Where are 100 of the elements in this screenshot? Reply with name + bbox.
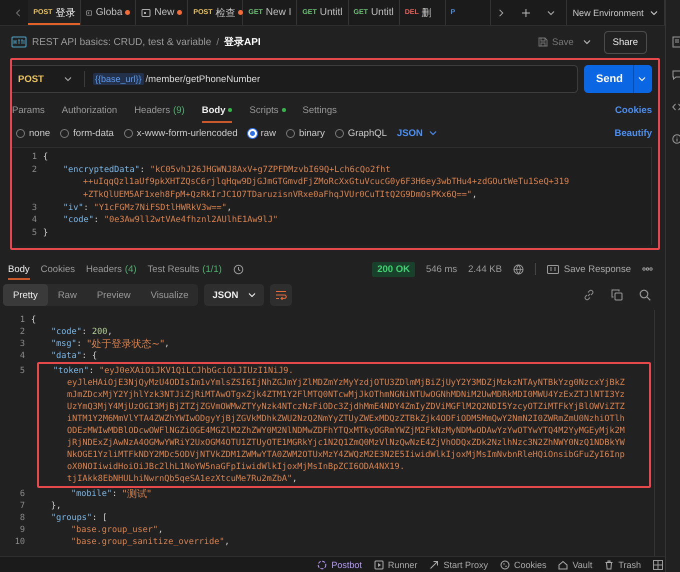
json-string: "eyJ0eXAiOiJKV1QiLCJhbGciOiJIUzI1NiJ9. — [99, 366, 294, 376]
request-section-tab[interactable]: Settings — [302, 97, 337, 123]
status-bar-item[interactable]: Cookies — [500, 560, 546, 570]
radio-button[interactable] — [286, 128, 295, 138]
format-dropdown[interactable]: JSON — [204, 284, 264, 306]
json-punctuation: , — [292, 474, 298, 484]
beautify-link[interactable]: Beautify — [614, 128, 652, 138]
json-punctuation: : — [92, 513, 98, 524]
breadcrumb-separator: / — [216, 36, 219, 48]
response-time: 546 ms — [426, 264, 458, 275]
json-bracket: { — [31, 315, 36, 326]
body-type-option[interactable]: form-data — [60, 128, 114, 138]
chevron-left-icon[interactable] — [15, 8, 22, 18]
json-string: "base.group_user" — [71, 525, 158, 536]
radio-button[interactable] — [334, 128, 344, 138]
link-icon[interactable] — [583, 289, 595, 302]
globe-icon[interactable] — [512, 264, 524, 275]
chevron-right-icon[interactable] — [498, 8, 505, 18]
json-punctuation: , — [164, 339, 170, 350]
body-type-option[interactable]: GraphQL — [334, 128, 387, 138]
line-number: 5 — [30, 228, 37, 238]
line-number: 6 — [18, 489, 25, 500]
json-bracket: } — [43, 228, 48, 238]
request-section-tab[interactable]: Params — [12, 97, 45, 123]
view-mode-tab[interactable]: Preview — [86, 284, 141, 306]
more-icon[interactable] — [642, 267, 653, 272]
line-number: 4 — [18, 351, 25, 362]
body-type-option[interactable]: x-www-form-urlencoded — [124, 128, 238, 138]
request-tab[interactable]: Globa — [81, 0, 136, 25]
send-button[interactable]: Send — [584, 65, 652, 93]
status-bar-item[interactable]: Vault — [558, 560, 592, 570]
environment-dropdown[interactable]: New Environment — [566, 0, 665, 25]
comment-icon[interactable] — [672, 70, 680, 80]
response-tab[interactable]: Test Results (1/1) — [148, 258, 222, 280]
history-icon[interactable] — [232, 264, 244, 275]
radio-button[interactable] — [60, 128, 70, 138]
chevron-down-icon — [248, 291, 256, 300]
request-section-tab[interactable]: Authorization — [62, 97, 118, 123]
json-string: "处于登录状态~" — [86, 338, 164, 352]
method-dropdown[interactable]: POST — [18, 74, 64, 84]
view-mode-tab[interactable]: Visualize — [140, 284, 198, 306]
plus-icon[interactable] — [522, 8, 530, 18]
json-key: "iv" — [63, 202, 84, 213]
json-punctuation: , — [158, 525, 164, 536]
response-tab[interactable]: Cookies — [40, 258, 75, 280]
response-tab[interactable]: Body — [8, 258, 30, 280]
request-section-tab[interactable]: Scripts — [249, 97, 286, 123]
wrap-icon — [275, 290, 288, 300]
arrow-icon — [429, 560, 440, 570]
format-dropdown[interactable]: JSON — [396, 128, 437, 138]
body-type-option[interactable]: raw — [248, 128, 276, 138]
response-tab[interactable]: Headers (4) — [86, 258, 137, 280]
json-key: "groups" — [51, 513, 92, 524]
request-tab[interactable]: New — [136, 0, 188, 25]
json-string: jRjNDExZjAwNzA4OGMwYWRiY2UxOGM4OTU1ZTUyOTE1MGRkYjc1N2Q1ZmQ0MzVlNzQwNzE4ZjVhODQxZDk2NzlhNzc3N2ZhNWY0NzQ1NDBkYW — [67, 438, 625, 448]
json-string: oX0NOIiwidHoiOiJBc2lhL1NoYW5naGFpIiwidWlkIjoxMjMsInBpZCI6ODA4NX19. — [67, 462, 405, 472]
save-button[interactable]: Save — [534, 34, 578, 50]
status-bar-item[interactable]: Runner — [374, 560, 418, 570]
save-response-button[interactable]: Save Response — [546, 264, 631, 275]
json-punctuation: , — [226, 202, 232, 213]
status-bar-item[interactable]: Start Proxy — [429, 560, 488, 570]
card-icon — [546, 264, 559, 274]
search-icon[interactable] — [639, 289, 651, 302]
request-name[interactable]: 登录API — [224, 35, 261, 49]
info-icon[interactable] — [672, 134, 680, 144]
json-punctuation: : — [82, 351, 88, 362]
url-field[interactable]: POST {{base_url}} /member/getPhoneNumber — [12, 65, 578, 93]
json-string: UzYmQ3MjY4MjUzOGI3MjBjZTZjZGVmOWMwZTYyNzk4NTczNzFiODc3ZjdhMmE4NDY4ZmIyZDViMGFlM2Q2NDI5YzcyOTZiMTFkYjBlOWViZTZ — [67, 402, 625, 412]
document-icon[interactable] — [672, 36, 680, 48]
collection-name[interactable]: REST API basics: CRUD, test & variable — [32, 36, 212, 48]
radio-button[interactable] — [124, 128, 133, 138]
line-number: 1 — [18, 315, 25, 326]
json-punctuation: : — [88, 366, 95, 376]
json-punctuation: : — [112, 489, 118, 500]
json-number: 200 — [92, 327, 108, 338]
radio-button[interactable] — [16, 128, 25, 138]
json-string: "kC05vhJ26JHGWNJ8AxV+g7ZPFDMzvbI69Q+Lch6cQo2fht — [150, 164, 391, 175]
url-path: /member/getPhoneNumber — [146, 74, 260, 84]
wrap-lines-button[interactable] — [270, 284, 292, 306]
json-key: "msg" — [51, 339, 77, 350]
json-string: iNTM1Y2M6MmVlYTA4ZWZhYWIwODgyYjBjZGVkMDhkZWU2NzQ2NmYyZTUyZWExMDQzZTBkZjk4ODFiODM5MmQwY2NmN2I0ZWRmZmU0NzhiOTlh — [67, 414, 625, 424]
code-icon[interactable] — [672, 102, 680, 112]
copy-icon[interactable] — [611, 289, 623, 302]
cookies-link[interactable]: Cookies — [615, 104, 652, 116]
body-type-option[interactable]: binary — [286, 128, 325, 138]
json-punctuation: , — [107, 327, 112, 338]
play-icon — [374, 560, 384, 570]
status-bar-item[interactable]: Trash — [604, 560, 641, 570]
chevron-down-icon — [650, 8, 658, 16]
request-section-tab[interactable]: Body — [202, 97, 232, 123]
body-type-option[interactable]: none — [16, 128, 50, 138]
json-key: "code" — [51, 327, 82, 338]
status-bar-item[interactable]: Postbot — [317, 560, 362, 570]
share-button[interactable]: Share — [604, 30, 647, 54]
line-number: 10 — [14, 537, 25, 548]
layout-icon[interactable] — [653, 560, 663, 570]
url-variable: {{base_url}} — [93, 73, 144, 85]
view-mode-tab[interactable]: Pretty — [3, 284, 48, 306]
view-mode-tab[interactable]: Raw — [48, 284, 87, 306]
request-section-tab[interactable]: Headers (9) — [134, 97, 185, 123]
